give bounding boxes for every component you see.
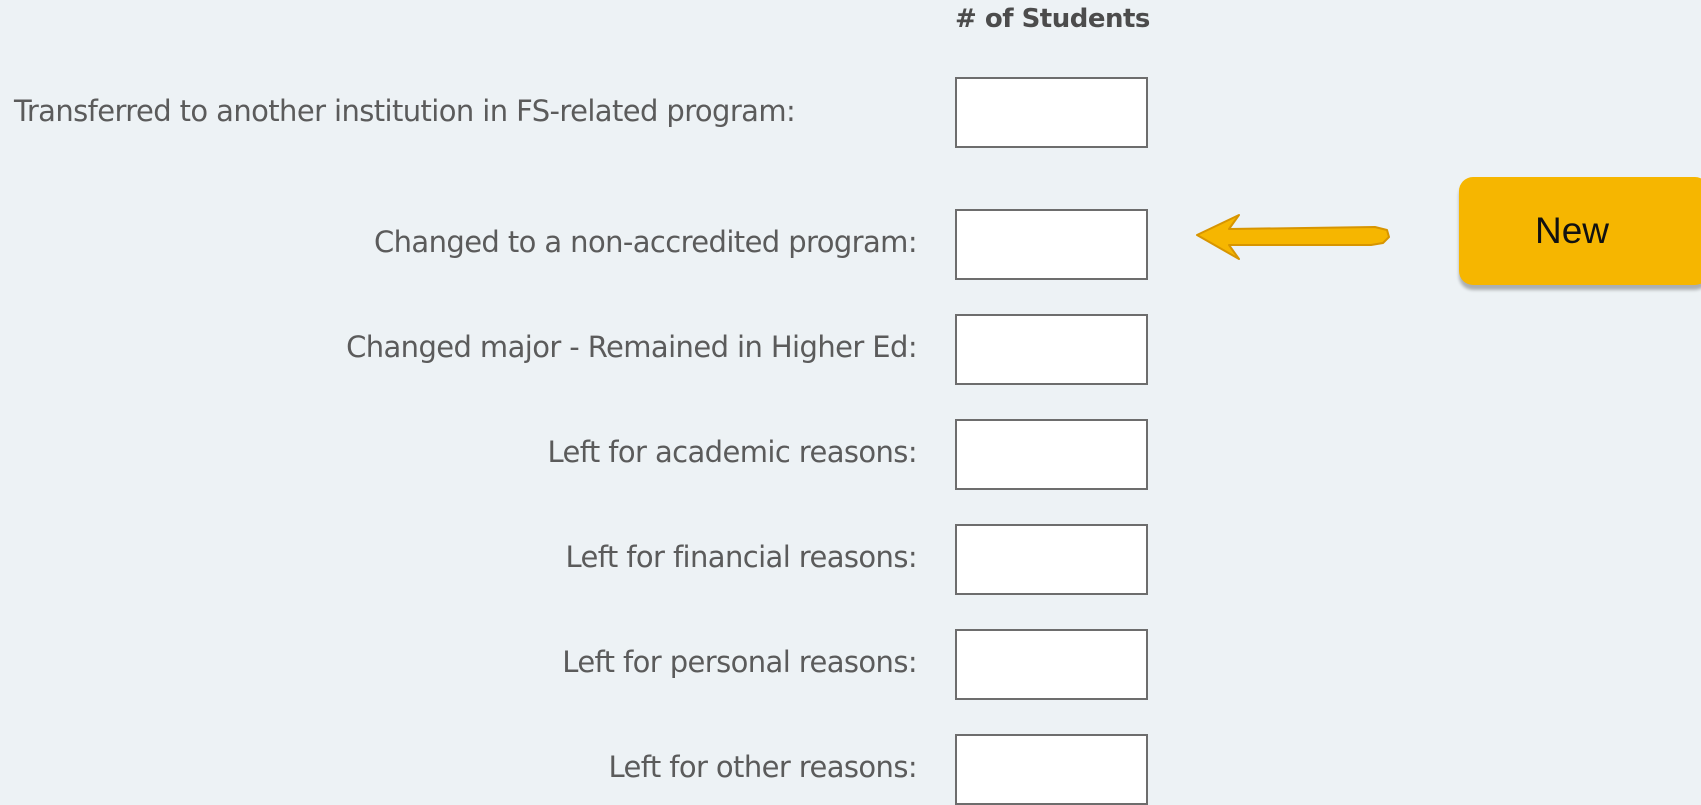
- count-input-transferred[interactable]: [955, 77, 1148, 148]
- arrow-left-icon: [1196, 214, 1390, 260]
- row-label-changed-major: Changed major - Remained in Higher Ed:: [346, 330, 918, 364]
- row-label-financial: Left for financial reasons:: [565, 540, 917, 574]
- new-callout-badge: New: [1459, 177, 1701, 285]
- count-input-academic[interactable]: [955, 419, 1148, 490]
- count-input-changed-major[interactable]: [955, 314, 1148, 385]
- count-input-financial[interactable]: [955, 524, 1148, 595]
- column-header-students: # of Students: [955, 4, 1150, 34]
- count-input-personal[interactable]: [955, 629, 1148, 700]
- row-label-transferred: Transferred to another institution in FS…: [14, 94, 796, 128]
- row-label-non-accredited: Changed to a non-accredited program:: [374, 225, 918, 259]
- row-label-academic: Left for academic reasons:: [547, 435, 918, 469]
- row-label-personal: Left for personal reasons:: [562, 645, 917, 679]
- count-input-non-accredited[interactable]: [955, 209, 1148, 280]
- count-input-other[interactable]: [955, 734, 1148, 805]
- row-label-other: Left for other reasons:: [608, 750, 917, 784]
